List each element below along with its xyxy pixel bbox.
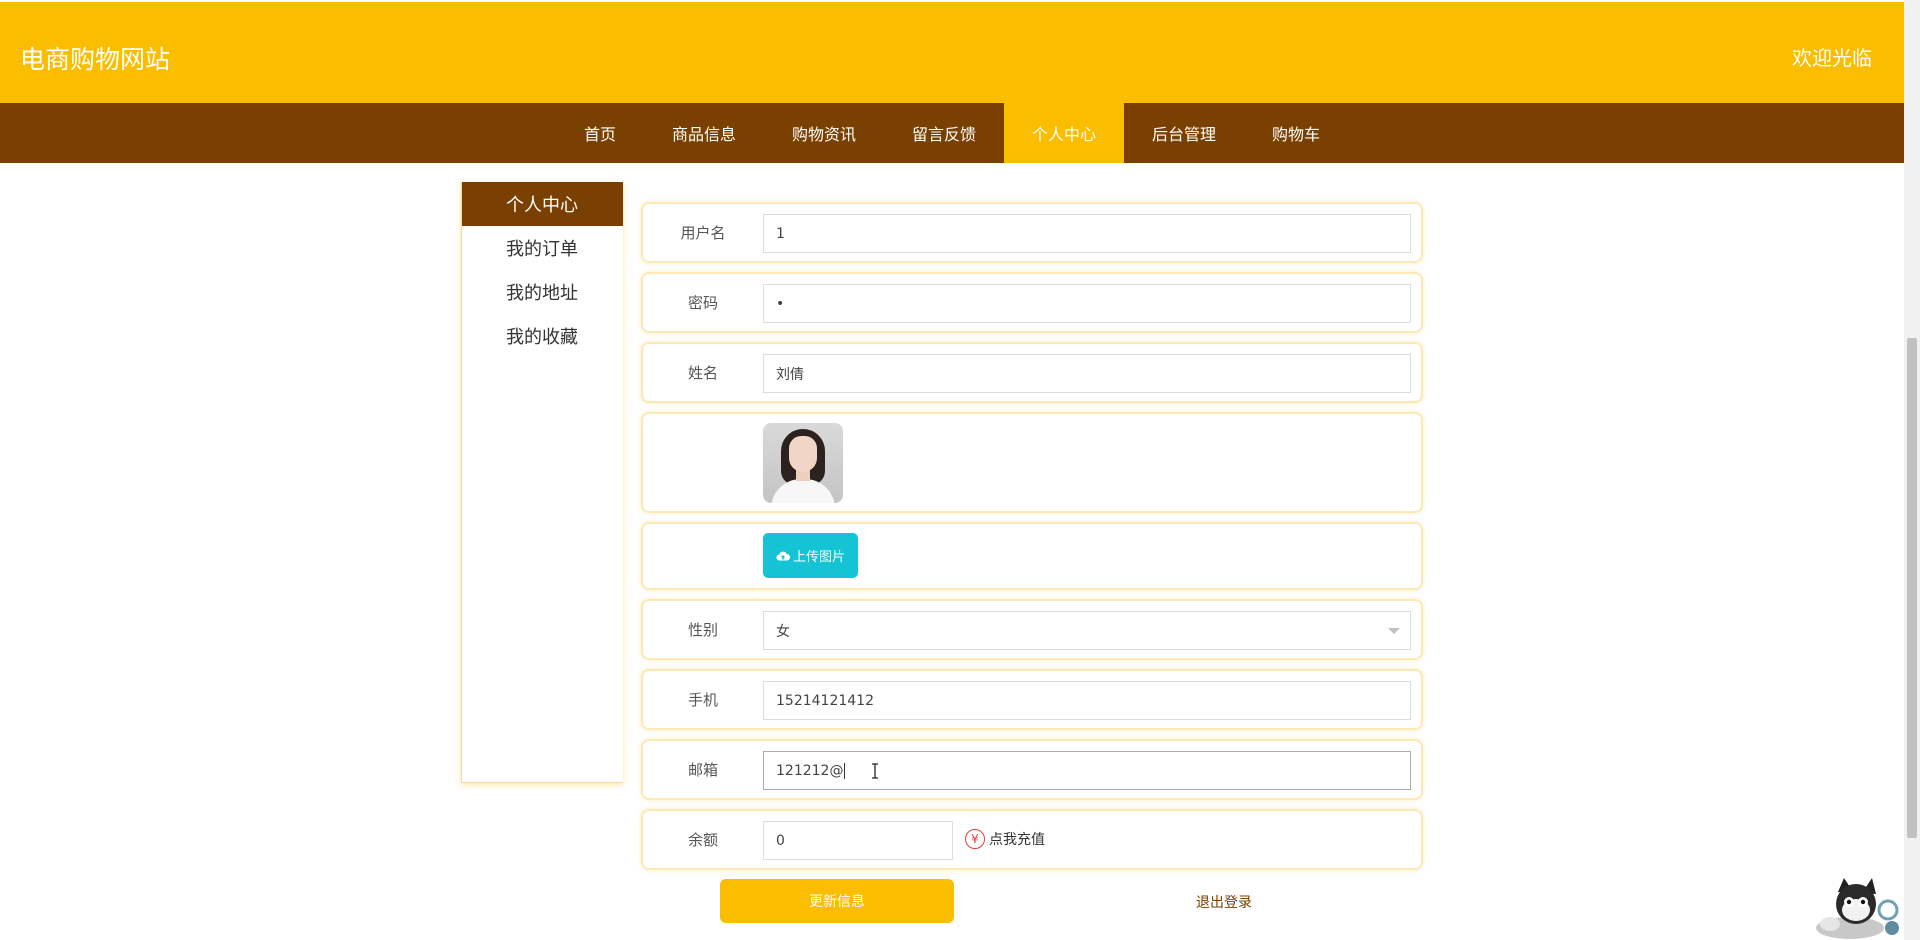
balance-input[interactable]: 0 xyxy=(763,821,953,860)
phone-row: 手机 15214121412 xyxy=(641,669,1423,730)
name-label: 姓名 xyxy=(687,364,718,382)
site-title[interactable]: 电商购物网站 xyxy=(20,40,170,76)
nav-item-profile[interactable]: 个人中心 xyxy=(1004,103,1125,163)
main-nav: 首页 商品信息 购物资讯 留言反馈 个人中心 后台管理 购物车 xyxy=(0,103,1904,163)
email-row: 邮箱 121212@ xyxy=(641,739,1423,800)
name-input[interactable]: 刘倩 xyxy=(763,354,1411,393)
phone-input[interactable]: 15214121412 xyxy=(763,681,1411,720)
nav-item-news[interactable]: 购物资讯 xyxy=(764,103,884,163)
email-input[interactable]: 121212@ xyxy=(763,751,1411,790)
password-input[interactable]: • xyxy=(763,284,1411,323)
gender-select[interactable]: 女 xyxy=(763,611,1411,650)
welcome-text: 欢迎光临 xyxy=(1792,46,1872,70)
nav-item-cart[interactable]: 购物车 xyxy=(1244,103,1348,163)
yen-icon: ¥ xyxy=(965,829,985,849)
password-row: 密码 • xyxy=(641,272,1423,333)
nav-item-admin[interactable]: 后台管理 xyxy=(1124,103,1244,163)
text-cursor-icon xyxy=(872,763,878,779)
upload-button-label: 上传图片 xyxy=(792,550,845,565)
balance-row: 余额 0 ¥ 点我充值 xyxy=(641,809,1423,870)
email-label: 邮箱 xyxy=(687,761,718,779)
sidebar-item-favorites[interactable]: 我的收藏 xyxy=(462,314,623,358)
form-actions: 更新信息 退出登录 xyxy=(641,879,1423,929)
recharge-label: 点我充值 xyxy=(989,832,1045,848)
password-label: 密码 xyxy=(687,294,718,312)
cat-mascot-icon xyxy=(1816,878,1899,939)
nav-item-home[interactable]: 首页 xyxy=(556,103,644,163)
username-row: 用户名 1 xyxy=(641,202,1423,263)
header-bar: 电商购物网站 欢迎光临 xyxy=(0,2,1904,103)
avatar xyxy=(763,423,843,503)
profile-form: 用户名 1 密码 • 姓名 刘倩 上传图片 性别 女 手机 1521412141… xyxy=(641,202,1423,929)
upload-image-button[interactable]: 上传图片 xyxy=(763,533,858,578)
nav-item-feedback[interactable]: 留言反馈 xyxy=(884,103,1004,163)
gender-selected-value: 女 xyxy=(776,623,790,640)
sidebar-item-orders[interactable]: 我的订单 xyxy=(462,226,623,270)
update-info-button[interactable]: 更新信息 xyxy=(720,879,954,923)
cloud-upload-icon xyxy=(776,551,790,561)
name-row: 姓名 刘倩 xyxy=(641,342,1423,403)
balance-label: 余额 xyxy=(687,831,718,849)
avatar-row xyxy=(641,412,1423,513)
username-label: 用户名 xyxy=(680,224,726,242)
profile-sidebar: 个人中心 我的订单 我的地址 我的收藏 xyxy=(461,182,623,783)
upload-row: 上传图片 xyxy=(641,522,1423,590)
gender-row: 性别 女 xyxy=(641,599,1423,660)
logout-link[interactable]: 退出登录 xyxy=(1196,892,1252,912)
gender-label: 性别 xyxy=(687,621,718,639)
chevron-down-icon xyxy=(1388,628,1400,634)
email-value: 121212@ xyxy=(776,762,844,779)
recharge-link[interactable]: ¥ 点我充值 xyxy=(965,829,1045,849)
scrollbar-thumb[interactable] xyxy=(1907,338,1917,838)
username-input[interactable]: 1 xyxy=(763,214,1411,253)
nav-item-products[interactable]: 商品信息 xyxy=(644,103,764,163)
phone-label: 手机 xyxy=(687,691,718,709)
page: 电商购物网站 欢迎光临 首页 商品信息 购物资讯 留言反馈 个人中心 后台管理 … xyxy=(0,0,1920,940)
sidebar-item-address[interactable]: 我的地址 xyxy=(462,270,623,314)
text-caret xyxy=(844,762,846,779)
vertical-scrollbar[interactable] xyxy=(1904,0,1920,940)
sidebar-title[interactable]: 个人中心 xyxy=(462,182,623,226)
